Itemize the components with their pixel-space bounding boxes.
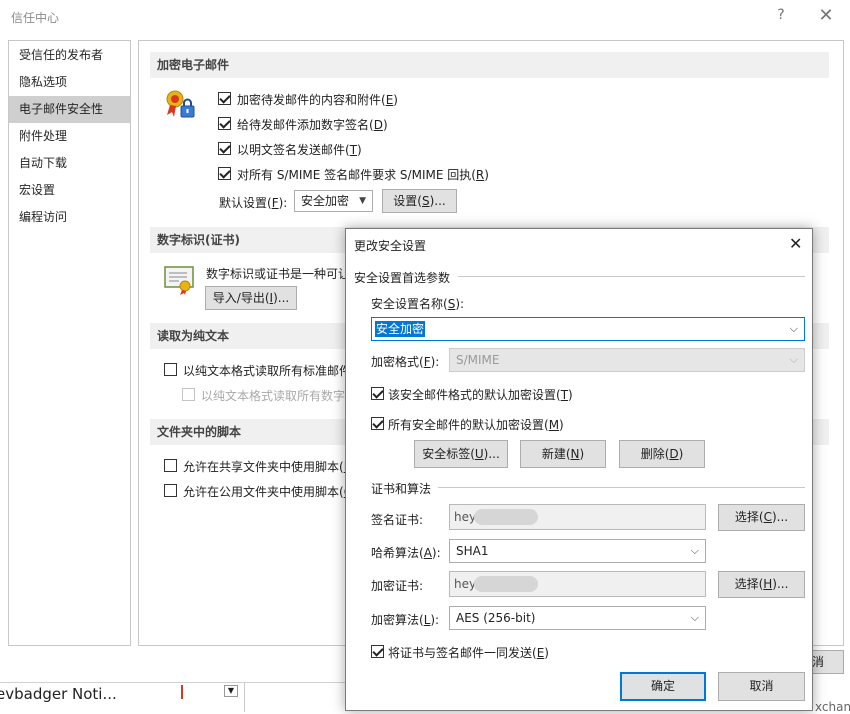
dropdown-arrow-icon: ▼ bbox=[359, 196, 366, 206]
checkbox-request-smime-receipt[interactable] bbox=[218, 167, 231, 180]
divider bbox=[244, 683, 245, 712]
sidebar: 受信任的发布者 隐私选项 电子邮件安全性 附件处理 自动下载 宏设置 编程访问 bbox=[8, 40, 131, 646]
chevron-down-icon: ⌵ bbox=[789, 322, 798, 335]
label-encryption-certificate: 加密证书: bbox=[371, 579, 424, 593]
sidebar-item-privacy-options[interactable]: 隐私选项 bbox=[9, 69, 130, 96]
label-send-certificates: 将证书与签名邮件一同发送(E) bbox=[388, 646, 549, 660]
label-scripts-shared-folders: 允许在共享文件夹中使用脚本(H) bbox=[183, 460, 345, 474]
choose-signing-cert-button[interactable]: 选择(C)... bbox=[718, 504, 805, 531]
background-list-strip: evbadger Noti... ▼ bbox=[0, 682, 345, 712]
small-dropdown-arrow-icon[interactable]: ▼ bbox=[224, 685, 238, 697]
checkbox-scripts-public-folders[interactable] bbox=[164, 484, 177, 497]
new-button[interactable]: 新建(N) bbox=[520, 440, 606, 468]
label-encryption-algorithm: 加密算法(L): bbox=[371, 613, 440, 627]
section-header-encrypted-email: 加密电子邮件 bbox=[150, 52, 829, 78]
label-clear-text-signed: 以明文签名发送邮件(T) bbox=[237, 143, 362, 157]
encryption-certificate-field: hey bbox=[449, 571, 706, 597]
hash-algorithm-value: SHA1 bbox=[456, 544, 489, 558]
sidebar-item-attachment-handling[interactable]: 附件处理 bbox=[9, 123, 130, 150]
label-request-smime-receipt: 对所有 S/MIME 签名邮件要求 S/MIME 回执(R) bbox=[237, 168, 489, 182]
import-export-button[interactable]: 导入/导出(I)... bbox=[205, 286, 297, 310]
choose-encryption-cert-button[interactable]: 选择(H)... bbox=[718, 571, 805, 598]
certificate-icon bbox=[163, 264, 197, 296]
change-security-settings-dialog: 更改安全设置 ✕ 安全设置首选参数 安全设置名称(S): 安全加密 ⌵ 加密格式… bbox=[345, 228, 813, 711]
group-title-preferences: 安全设置首选参数 bbox=[354, 271, 451, 285]
sidebar-item-email-security[interactable]: 电子邮件安全性 bbox=[9, 96, 130, 123]
encryption-algorithm-value: AES (256-bit) bbox=[456, 611, 536, 625]
label-signing-certificate: 签名证书: bbox=[371, 513, 424, 527]
default-setting-value: 安全加密 bbox=[301, 194, 350, 208]
checkbox-default-for-format[interactable] bbox=[371, 387, 384, 400]
signing-certificate-value: hey bbox=[454, 510, 477, 524]
window-title: 信任中心 bbox=[11, 11, 60, 25]
encryption-certificate-value: hey bbox=[454, 577, 477, 591]
label-read-standard-plain: 以纯文本格式读取所有标准邮件 bbox=[183, 364, 345, 378]
label-default-for-format: 该安全邮件格式的默认加密设置(T) bbox=[388, 388, 573, 402]
chevron-down-icon: ⌵ bbox=[690, 544, 699, 557]
chevron-down-icon: ⌵ bbox=[690, 611, 699, 624]
label-encryption-format: 加密格式(F): bbox=[371, 355, 440, 369]
dialog-close-button[interactable]: ✕ bbox=[789, 234, 802, 253]
encryption-algorithm-dropdown[interactable]: AES (256-bit) ⌵ bbox=[449, 606, 706, 630]
sidebar-item-macro-settings[interactable]: 宏设置 bbox=[9, 177, 130, 204]
group-divider bbox=[458, 276, 805, 277]
chevron-down-icon: ⌵ bbox=[789, 353, 798, 366]
background-list-item-text: evbadger Noti... bbox=[0, 685, 117, 703]
checkbox-default-for-all[interactable] bbox=[371, 417, 384, 430]
checkbox-clear-text-signed[interactable] bbox=[218, 142, 231, 155]
ok-button[interactable]: 确定 bbox=[620, 672, 706, 701]
setting-name-value: 安全加密 bbox=[375, 321, 426, 337]
redacted-blur bbox=[474, 576, 538, 592]
label-encrypt-contents: 加密待发邮件的内容和附件(E) bbox=[237, 93, 398, 107]
group-title-certificates-algorithms: 证书和算法 bbox=[371, 482, 432, 496]
encryption-format-value: S/MIME bbox=[456, 353, 500, 367]
default-setting-dropdown[interactable]: 安全加密 ▼ bbox=[294, 190, 373, 212]
checkbox-read-standard-plain[interactable] bbox=[164, 363, 177, 376]
redacted-blur bbox=[474, 509, 538, 525]
digital-id-description: 数字标识或证书是一种可让你在电子交易中证明身份的文档。 bbox=[206, 267, 346, 281]
label-setting-name: 安全设置名称(S): bbox=[371, 297, 465, 311]
label-scripts-public-folders: 允许在公用文件夹中使用脚本(O) bbox=[183, 485, 345, 499]
label-hash-algorithm: 哈希算法(A): bbox=[371, 546, 441, 560]
dialog-title: 更改安全设置 bbox=[354, 239, 427, 253]
certificate-lock-icon bbox=[163, 88, 197, 122]
checkbox-encrypt-contents[interactable] bbox=[218, 92, 231, 105]
signing-certificate-field: hey bbox=[449, 504, 706, 530]
checkbox-send-certificates[interactable] bbox=[371, 645, 384, 658]
checkbox-scripts-shared-folders[interactable] bbox=[164, 459, 177, 472]
help-button[interactable]: ? bbox=[774, 7, 788, 23]
setting-name-combobox[interactable]: 安全加密 ⌵ bbox=[371, 317, 805, 341]
settings-button[interactable]: 设置(S)... bbox=[382, 189, 457, 213]
hash-algorithm-dropdown[interactable]: SHA1 ⌵ bbox=[449, 539, 706, 563]
label-default-for-all: 所有安全邮件的默认加密设置(M) bbox=[388, 418, 564, 432]
encryption-format-dropdown[interactable]: S/MIME ⌵ bbox=[449, 348, 805, 372]
checkbox-add-digital-signature[interactable] bbox=[218, 117, 231, 130]
cancel-button[interactable]: 取消 bbox=[718, 672, 805, 701]
label-default-setting: 默认设置(F): bbox=[219, 196, 288, 210]
sidebar-item-trusted-publishers[interactable]: 受信任的发布者 bbox=[9, 42, 130, 69]
close-button[interactable]: ✕ bbox=[817, 5, 835, 26]
red-marker bbox=[181, 685, 183, 699]
label-add-digital-signature: 给待发邮件添加数字签名(D) bbox=[237, 118, 388, 132]
delete-button[interactable]: 删除(D) bbox=[619, 440, 705, 468]
checkbox-read-signed-plain[interactable] bbox=[182, 388, 195, 401]
label-read-signed-plain: 以纯文本格式读取所有数字签名邮件 bbox=[201, 389, 345, 403]
sidebar-item-automatic-download[interactable]: 自动下载 bbox=[9, 150, 130, 177]
group-divider bbox=[438, 487, 805, 488]
security-labels-button[interactable]: 安全标签(U)... bbox=[414, 440, 508, 468]
sidebar-item-programmatic-access[interactable]: 编程访问 bbox=[9, 204, 130, 231]
background-partial-text: xchanc bbox=[815, 700, 850, 714]
